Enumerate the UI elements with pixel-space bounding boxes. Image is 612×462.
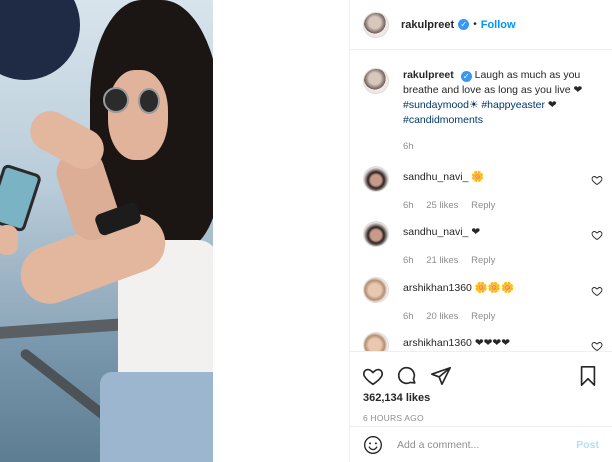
- comments-section[interactable]: rakulpreet ✓ Laugh as much as you breath…: [350, 51, 612, 351]
- comment-text: ❤❤❤❤: [474, 337, 511, 349]
- post-image[interactable]: [0, 0, 213, 462]
- hashtag-sundaymood[interactable]: #sundaymood: [403, 99, 469, 111]
- posted-time[interactable]: 6 HOURS AGO: [350, 413, 612, 423]
- like-comment-heart-icon[interactable]: [591, 285, 603, 297]
- emoji-smiley-icon[interactable]: [363, 435, 383, 455]
- post-header: rakulpreet ✓ • Follow: [350, 0, 612, 50]
- hashtag-happyeaster[interactable]: #happyeaster: [481, 99, 545, 111]
- verified-badge-icon: ✓: [458, 19, 470, 30]
- comment-likes[interactable]: 25 likes: [426, 200, 458, 211]
- comment-username[interactable]: arshikhan1360: [403, 282, 472, 294]
- comment-bubble-icon[interactable]: [396, 365, 418, 387]
- share-paper-plane-icon[interactable]: [430, 365, 452, 387]
- save-bookmark-icon[interactable]: [577, 365, 599, 387]
- caption-avatar[interactable]: [363, 68, 389, 94]
- comment-text: 🌼🌼🌼: [474, 282, 515, 294]
- sun-icon: ☀: [468, 99, 479, 111]
- likes-count[interactable]: 362,134 likes: [350, 392, 612, 404]
- comment-time[interactable]: 6h: [403, 311, 414, 322]
- caption: rakulpreet ✓ Laugh as much as you breath…: [350, 51, 612, 154]
- like-heart-icon[interactable]: [362, 365, 384, 387]
- comment-composer: Add a comment... Post: [350, 426, 612, 462]
- like-comment-heart-icon[interactable]: [591, 340, 603, 351]
- commenter-avatar[interactable]: [363, 166, 389, 192]
- caption-time[interactable]: 6h: [403, 139, 593, 154]
- comment-input[interactable]: Add a comment...: [397, 439, 576, 451]
- instagram-post-modal: rakulpreet ✓ • Follow rakulpreet ✓ Laugh…: [0, 0, 612, 462]
- comment-item: arshikhan1360 ❤❤❤❤: [363, 332, 603, 351]
- post-comment-button[interactable]: Post: [576, 439, 599, 451]
- header-separator: •: [473, 19, 477, 30]
- comment-username[interactable]: arshikhan1360: [403, 337, 472, 349]
- caption-heart-icon: ❤: [547, 99, 557, 111]
- post-actions: 362,134 likes 6 HOURS AGO Add a comment.…: [350, 351, 612, 462]
- comment-text: 🌼: [471, 171, 485, 183]
- commenter-avatar[interactable]: [363, 277, 389, 303]
- commenter-avatar[interactable]: [363, 221, 389, 247]
- comment-text: ❤: [471, 226, 481, 238]
- author-username[interactable]: rakulpreet: [401, 19, 454, 31]
- comment-username[interactable]: sandhu_navi_: [403, 171, 468, 183]
- comment-item: sandhu_navi_ 🌼 6h 25 likes Reply: [363, 166, 603, 211]
- comment-item: sandhu_navi_ ❤ 6h 21 likes Reply: [363, 221, 603, 266]
- post-photo-panel: [0, 0, 349, 462]
- like-comment-heart-icon[interactable]: [591, 174, 603, 186]
- like-comment-heart-icon[interactable]: [591, 229, 603, 241]
- comment-time[interactable]: 6h: [403, 200, 414, 211]
- verified-badge-icon: ✓: [460, 71, 472, 82]
- commenter-avatar[interactable]: [363, 332, 389, 351]
- reply-button[interactable]: Reply: [471, 311, 495, 322]
- comment-item: arshikhan1360 🌼🌼🌼 6h 20 likes Reply: [363, 277, 603, 322]
- follow-button[interactable]: Follow: [481, 19, 516, 31]
- reply-button[interactable]: Reply: [471, 200, 495, 211]
- hashtag-candidmoments[interactable]: #candidmoments: [403, 114, 483, 126]
- comment-username[interactable]: sandhu_navi_: [403, 226, 468, 238]
- comment-time[interactable]: 6h: [403, 255, 414, 266]
- comment-likes[interactable]: 20 likes: [426, 311, 458, 322]
- comment-likes[interactable]: 21 likes: [426, 255, 458, 266]
- caption-heart-icon: ❤: [573, 84, 583, 96]
- post-sidebar: rakulpreet ✓ • Follow rakulpreet ✓ Laugh…: [349, 0, 612, 462]
- reply-button[interactable]: Reply: [471, 255, 495, 266]
- author-avatar[interactable]: [363, 11, 389, 38]
- caption-username[interactable]: rakulpreet: [403, 69, 454, 81]
